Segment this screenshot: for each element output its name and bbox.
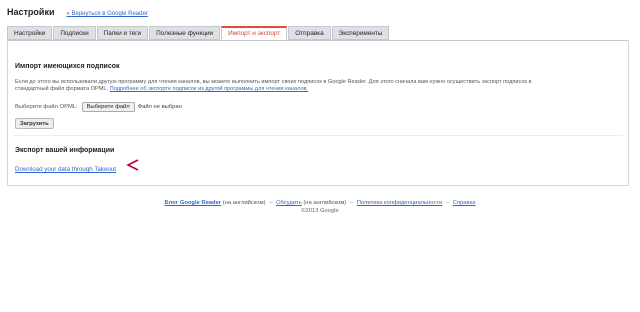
footer-separator: – [349, 200, 354, 206]
tab-folders-tags[interactable]: Папки и теги [96, 26, 149, 40]
upload-button[interactable]: Загрузить [15, 118, 54, 129]
import-description-text: стандартный файл формата OPML. [15, 86, 109, 93]
takeout-download-link[interactable]: Download your data through Takeout [15, 166, 116, 173]
file-status-text: Файл не выбран [137, 104, 182, 110]
page-header: Настройки « Вернуться в Google Reader [7, 7, 148, 23]
page-footer: Блог Google Reader (на английском) – Обс… [0, 199, 640, 215]
footer-blog-link[interactable]: Блог Google Reader [164, 200, 221, 206]
section-divider [13, 135, 623, 136]
footer-help-link[interactable]: Справка [453, 200, 476, 206]
export-section-title: Экспорт вашей информации [15, 147, 115, 154]
import-section-title: Импорт имеющихся подписок [15, 63, 120, 70]
footer-privacy-link[interactable]: Политика конфиденциальности [357, 200, 443, 206]
opml-file-label: Выберите файл OPML: [15, 104, 78, 110]
import-description: Если до этого вы использовали другую про… [15, 79, 615, 93]
footer-copyright: ©2013 Google [301, 208, 339, 214]
arrow-pointer-icon [126, 159, 139, 171]
tab-import-export[interactable]: Импорт и экспорт [221, 26, 288, 40]
footer-separator: – [269, 200, 273, 206]
settings-tabs: Настройки Подписки Папки и теги Полезные… [7, 26, 390, 40]
tab-goodies[interactable]: Полезные функции [149, 26, 221, 40]
footer-separator: – [445, 200, 450, 206]
footer-blog-note: (на английском) [222, 200, 266, 206]
back-to-reader-link[interactable]: « Вернуться в Google Reader [66, 11, 147, 17]
import-description-line2: стандартный файл формата OPML. Подробнее… [15, 86, 615, 93]
tab-subscriptions[interactable]: Подписки [53, 26, 96, 40]
tab-experiments[interactable]: Эксперименты [331, 26, 390, 40]
footer-links: Блог Google Reader (на английском) – Обс… [0, 199, 640, 207]
page-title: Настройки [7, 7, 55, 17]
footer-discuss-note: (на английском) [303, 200, 347, 206]
tab-send-to[interactable]: Отправка [288, 26, 331, 40]
tab-settings[interactable]: Настройки [7, 26, 53, 40]
export-help-link[interactable]: Подробнее об экспорте подписок из другой… [110, 86, 308, 92]
import-export-panel: Импорт имеющихся подписок Если до этого … [7, 40, 629, 186]
footer-discuss-link[interactable]: Обсудить [276, 200, 302, 206]
choose-file-button[interactable]: Выберите файл [81, 102, 135, 112]
file-picker-row: Выберите файл OPML: Выберите файл Файл н… [15, 102, 182, 112]
